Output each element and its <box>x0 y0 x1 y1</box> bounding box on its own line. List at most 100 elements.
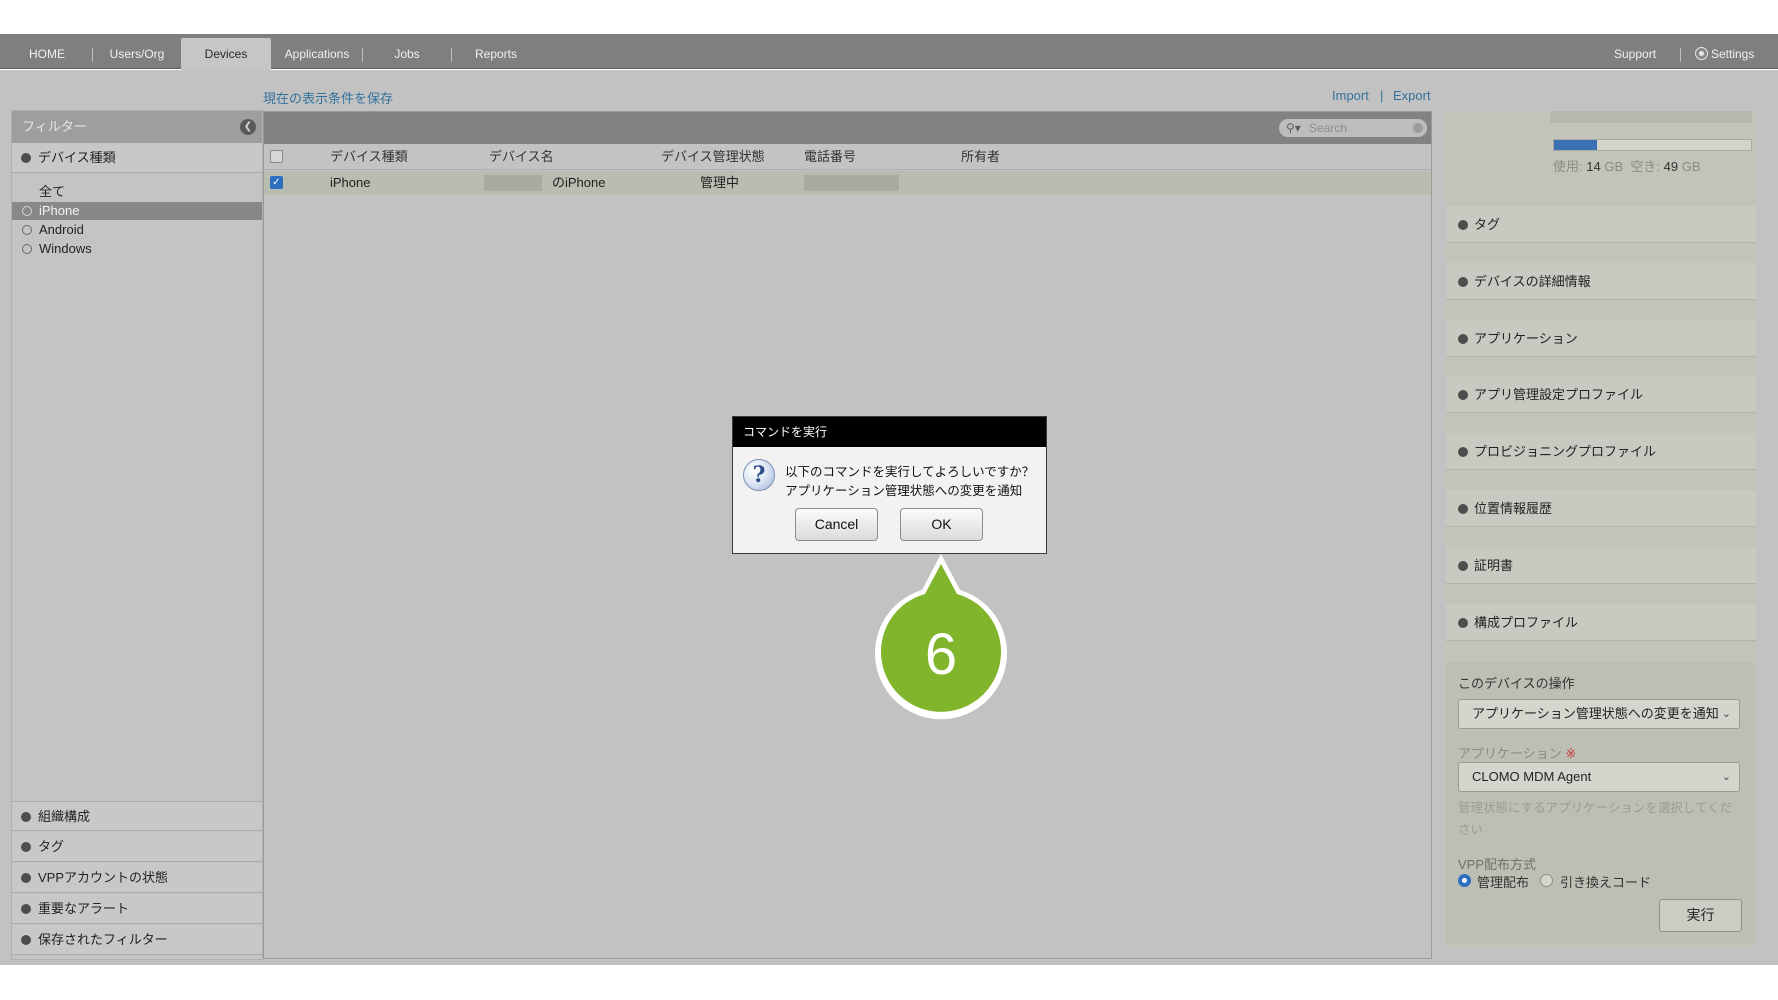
radio-icon <box>22 244 32 254</box>
execute-button[interactable]: 実行 <box>1659 899 1742 932</box>
detail-section-device-info[interactable]: デバイスの詳細情報 <box>1446 263 1756 300</box>
chevron-down-icon: ⌄ <box>1721 771 1731 783</box>
filter-section-alerts[interactable]: 重要なアラート <box>12 894 262 924</box>
redacted-block <box>484 175 542 191</box>
detail-section-tag[interactable]: タグ <box>1446 206 1756 243</box>
chevron-down-icon <box>1458 618 1468 628</box>
operations-title: このデバイスの操作 <box>1458 676 1575 691</box>
save-view-link[interactable]: 現在の表示条件を保存 <box>263 88 393 107</box>
column-header-device-name[interactable]: デバイス名 <box>489 144 554 170</box>
vpp-label: VPP配布方式 <box>1458 857 1537 872</box>
free-value: 49 <box>1663 159 1679 174</box>
import-link[interactable]: Import <box>1332 88 1369 103</box>
step-callout: 6 <box>875 554 1007 720</box>
toolbar-separator: | <box>1380 88 1384 103</box>
tab-applications[interactable]: Applications <box>277 34 357 69</box>
tab-devices[interactable]: Devices <box>181 38 271 70</box>
chevron-down-icon <box>21 904 31 914</box>
application-hint-line1: 管理状態にするアプリケーションを選択してくだ <box>1458 801 1733 815</box>
grid-header: デバイス種類 デバイス名 デバイス管理状態 電話番号 所有者 <box>264 144 1431 170</box>
chevron-down-icon <box>1458 390 1468 400</box>
top-navigation: HOME Users/Org Devices Applications Jobs… <box>0 34 1778 70</box>
search-placeholder: Search <box>1309 121 1348 135</box>
row-checkbox[interactable]: ✓ <box>270 176 283 189</box>
vpp-managed-radio[interactable] <box>1458 874 1471 887</box>
tab-home[interactable]: HOME <box>8 34 86 69</box>
step-number: 6 <box>925 622 957 687</box>
filter-section-saved[interactable]: 保存されたフィルター <box>12 925 262 955</box>
chevron-down-icon <box>21 873 31 883</box>
select-all-checkbox[interactable] <box>270 150 283 163</box>
filter-section-vpp[interactable]: VPPアカウントの状態 <box>12 863 262 893</box>
column-header-status[interactable]: デバイス管理状態 <box>661 144 765 170</box>
collapse-panel-icon[interactable]: ❮ <box>240 119 256 135</box>
filter-item-windows[interactable]: Windows <box>12 240 262 258</box>
nav-separator <box>451 48 452 62</box>
column-header-device-type[interactable]: デバイス種類 <box>330 144 408 170</box>
chevron-down-icon <box>1458 504 1468 514</box>
radio-icon <box>22 206 32 216</box>
export-link[interactable]: Export <box>1393 88 1431 103</box>
application-label: アプリケーション ※ <box>1458 743 1576 762</box>
filter-section-tag[interactable]: タグ <box>12 832 262 862</box>
settings-label: Settings <box>1711 47 1755 61</box>
section-label: プロビジョニングプロファイル <box>1474 444 1657 459</box>
column-header-phone[interactable]: 電話番号 <box>804 144 856 170</box>
chevron-down-icon: ⌄ <box>1721 708 1731 720</box>
filter-item-iphone[interactable]: iPhone <box>12 202 262 220</box>
section-label: タグ <box>38 839 65 854</box>
filter-item-all[interactable]: 全て <box>12 183 262 201</box>
detail-section-certificates[interactable]: 証明書 <box>1446 547 1756 584</box>
dialog-message-line2: アプリケーション管理状態への変更を通知 <box>785 484 1023 498</box>
redacted-phone <box>804 175 899 191</box>
command-select[interactable]: アプリケーション管理状態への変更を通知 ⌄ <box>1458 699 1740 729</box>
nav-separator <box>1680 48 1681 62</box>
detail-section-app-config[interactable]: アプリ管理設定プロファイル <box>1446 376 1756 413</box>
cell-device-type: iPhone <box>330 175 371 190</box>
filter-item-android[interactable]: Android <box>12 221 262 239</box>
nav-separator <box>92 48 93 62</box>
section-label: 組織構成 <box>38 809 91 824</box>
cell-device-name: のiPhone <box>552 175 606 190</box>
section-label: 位置情報履歴 <box>1474 501 1553 516</box>
application-hint-line2: さい <box>1458 823 1484 837</box>
tab-users-org[interactable]: Users/Org <box>98 34 176 69</box>
chevron-down-icon <box>1458 334 1468 344</box>
filter-title: フィルター <box>22 119 87 134</box>
filter-section-device-type[interactable]: デバイス種類 <box>12 143 262 173</box>
section-label: デバイスの詳細情報 <box>1474 274 1591 289</box>
used-unit: GB <box>1604 159 1624 174</box>
storage-text: 使用: 14 GB 空き: 49 GB <box>1553 156 1701 175</box>
support-link[interactable]: Support <box>1614 34 1656 69</box>
vpp-redeem-radio[interactable] <box>1540 874 1553 887</box>
column-header-owner[interactable]: 所有者 <box>961 144 1000 170</box>
filter-section-org[interactable]: 組織構成 <box>12 801 262 831</box>
chevron-down-icon <box>1458 277 1468 287</box>
section-label: タグ <box>1474 217 1501 232</box>
used-value: 14 <box>1586 159 1601 174</box>
section-label: 保存されたフィルター <box>38 932 168 947</box>
application-label-text: アプリケーション <box>1458 746 1562 761</box>
nav-separator <box>362 48 363 62</box>
table-row[interactable]: ✓ iPhone のiPhone 管理中 <box>264 171 1431 195</box>
detail-section-provisioning[interactable]: プロビジョニングプロファイル <box>1446 433 1756 470</box>
section-label: VPPアカウントの状態 <box>38 870 169 885</box>
detail-section-config-profile[interactable]: 構成プロファイル <box>1446 604 1756 641</box>
filter-item-label: Windows <box>39 241 92 256</box>
detail-section-applications[interactable]: アプリケーション <box>1446 320 1756 357</box>
vpp-managed-label: 管理配布 <box>1477 875 1530 890</box>
settings-link[interactable]: Settings <box>1695 34 1755 69</box>
clear-search-icon[interactable] <box>1413 123 1423 133</box>
cancel-button[interactable]: Cancel <box>795 508 878 541</box>
tab-jobs[interactable]: Jobs <box>370 34 444 69</box>
filter-panel: フィルター ❮ デバイス種類 全て iPhone Android Windows… <box>11 110 263 960</box>
detail-section-location[interactable]: 位置情報履歴 <box>1446 490 1756 527</box>
radio-icon <box>22 225 32 235</box>
ok-button[interactable]: OK <box>900 508 983 541</box>
section-label: アプリ管理設定プロファイル <box>1474 387 1644 402</box>
search-input[interactable]: ⚲▾ Search <box>1279 119 1427 137</box>
tab-reports[interactable]: Reports <box>458 34 534 69</box>
chevron-up-icon <box>21 153 31 163</box>
application-select[interactable]: CLOMO MDM Agent ⌄ <box>1458 762 1740 792</box>
chevron-down-icon <box>1458 447 1468 457</box>
